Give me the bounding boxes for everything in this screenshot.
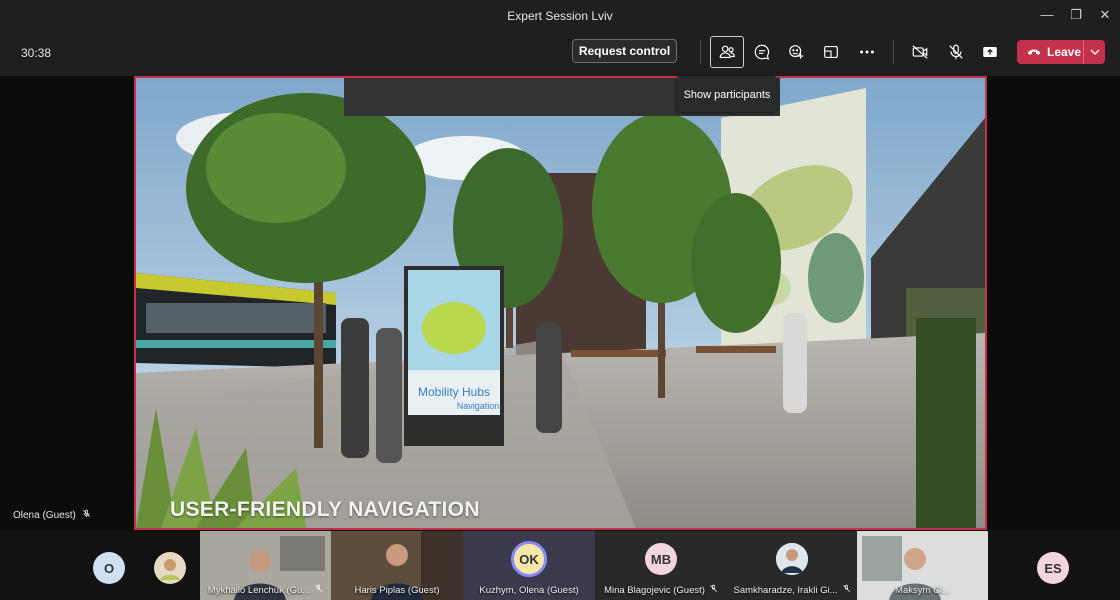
participant-video-tile[interactable]: Mykhailo Lenchuk (Gu...: [200, 531, 331, 600]
avatar: [154, 552, 186, 584]
people-icon: [719, 45, 735, 58]
share-tray-icon: [983, 47, 997, 57]
participant-video-tile[interactable]: Maksym Cl...: [857, 531, 988, 600]
shared-screen[interactable]: Mobility Hubs Navigation USER-FRIENDLY N…: [134, 76, 987, 530]
slide-caption: USER-FRIENDLY NAVIGATION: [170, 498, 480, 521]
presenter-name-label: Olena (Guest): [13, 509, 91, 521]
mic-off-icon: [82, 509, 91, 521]
shared-slide-image: Mobility Hubs Navigation: [136, 78, 985, 528]
breakout-rooms-icon: [824, 46, 838, 58]
chat-button[interactable]: [745, 36, 779, 68]
avatar: [776, 543, 808, 575]
meeting-toolbar: 30:38 Request control Leave: [0, 30, 1120, 76]
meeting-stage: Mobility Hubs Navigation USER-FRIENDLY N…: [0, 76, 1120, 530]
profile-photo: [156, 554, 184, 582]
chevron-down-icon: [1090, 49, 1099, 55]
mic-off-icon: [314, 584, 323, 596]
participant-tile-active[interactable]: OK Kuzhym, Olena (Guest): [463, 531, 595, 600]
meeting-timer: 30:38: [21, 46, 52, 60]
kiosk-title: Mobility Hubs: [418, 385, 490, 399]
title-bar: Expert Session Lviv — ❐ ✕: [0, 0, 1120, 30]
participant-tile[interactable]: Samkharadze, Irakli Gi...: [727, 531, 857, 600]
request-control-button[interactable]: Request control: [572, 39, 677, 63]
restore-button[interactable]: ❐: [1065, 5, 1087, 25]
reactions-button[interactable]: [780, 36, 814, 68]
participant-tile[interactable]: ES: [1020, 531, 1086, 600]
avatar: OK: [511, 541, 547, 577]
breakout-rooms-button[interactable]: [814, 36, 848, 68]
participant-name: Mina Blagojevic (Guest): [595, 584, 727, 596]
participant-name: Maksym Cl...: [895, 585, 950, 596]
participant-tile[interactable]: MB Mina Blagojevic (Guest): [595, 531, 727, 600]
participant-tile[interactable]: [142, 531, 200, 600]
participant-tile[interactable]: O: [76, 531, 142, 600]
leave-button[interactable]: Leave: [1017, 40, 1105, 64]
more-icon: [860, 50, 874, 54]
share-tray-button[interactable]: [973, 36, 1007, 68]
mic-off-icon: [842, 584, 851, 596]
participant-name: Samkharadze, Irakli Gi...: [727, 584, 857, 596]
teams-meeting-window: Expert Session Lviv — ❐ ✕ 30:38 Request …: [0, 0, 1120, 600]
close-button[interactable]: ✕: [1094, 5, 1116, 25]
minimize-button[interactable]: —: [1036, 5, 1058, 25]
participant-strip: O Mykhailo Lenchuk (Gu... Haris Piplas (…: [0, 530, 1120, 600]
toolbar-divider: [893, 40, 894, 64]
mic-off-icon: [709, 584, 718, 596]
chat-icon: [754, 44, 770, 60]
avatar: O: [93, 552, 125, 584]
participant-name: Kuzhym, Olena (Guest): [479, 585, 579, 596]
camera-toggle-button[interactable]: [903, 36, 937, 68]
leave-options-button[interactable]: [1084, 40, 1105, 64]
participant-name: Haris Piplas (Guest): [354, 585, 440, 596]
toolbar-divider: [700, 40, 701, 64]
participant-video-tile[interactable]: Haris Piplas (Guest): [331, 531, 463, 600]
participant-name: Mykhailo Lenchuk (Gu...: [200, 584, 331, 596]
camera-off-icon: [912, 45, 928, 59]
phone-hangup-icon: [1027, 49, 1041, 55]
kiosk-subtitle: Navigation: [457, 401, 500, 411]
mic-toggle-button[interactable]: [939, 36, 973, 68]
show-participants-tooltip: Show participants: [677, 76, 777, 112]
leave-main[interactable]: Leave: [1017, 40, 1083, 64]
profile-photo: [776, 543, 808, 575]
show-participants-button[interactable]: [710, 36, 744, 68]
avatar: ES: [1037, 552, 1069, 584]
window-title: Expert Session Lviv: [507, 9, 613, 23]
more-options-button[interactable]: [850, 36, 884, 68]
leave-label: Leave: [1047, 45, 1082, 59]
avatar: MB: [645, 543, 677, 575]
presenter-name: Olena (Guest): [13, 509, 76, 521]
reactions-icon: [789, 45, 804, 59]
mic-off-icon: [949, 44, 963, 60]
